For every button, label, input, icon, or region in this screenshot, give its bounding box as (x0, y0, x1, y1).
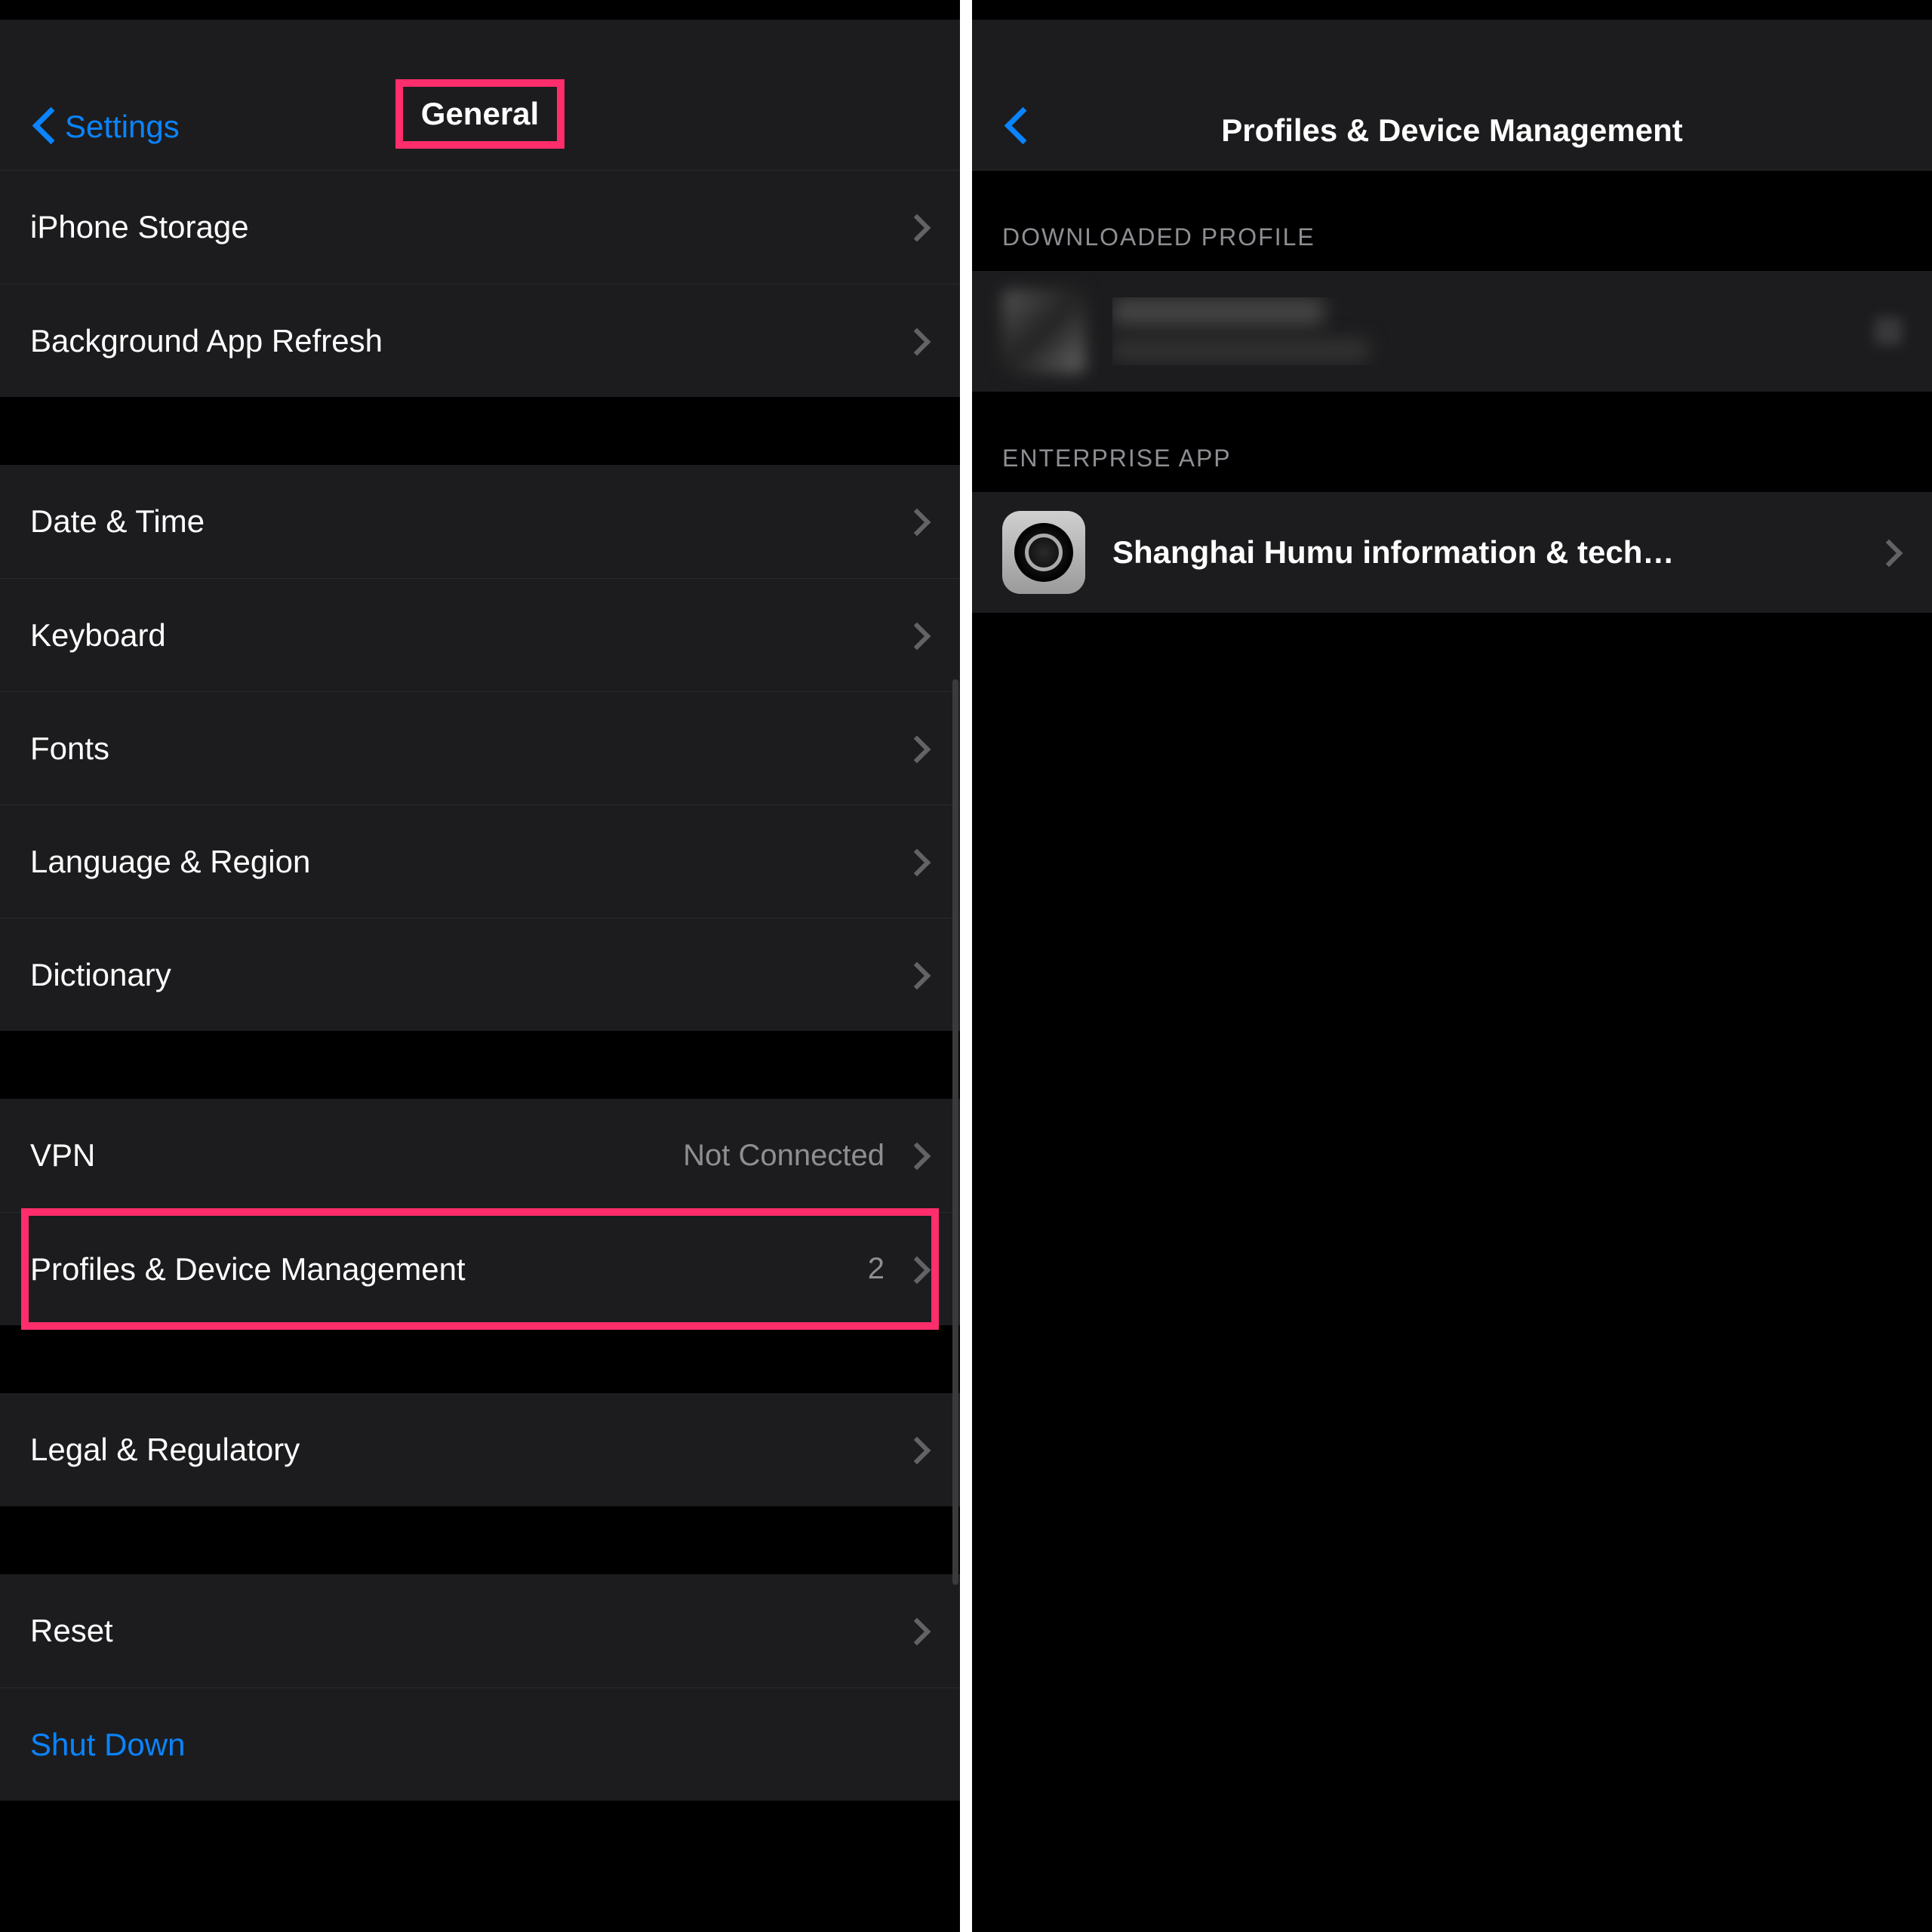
status-bar (972, 0, 1932, 20)
section-gap (0, 1506, 960, 1574)
reset-row[interactable]: Reset (0, 1574, 960, 1687)
nav-header: Settings General (0, 20, 960, 171)
left-screen: Settings General iPhone Storage Backgroun… (0, 0, 960, 1932)
dictionary-label: Dictionary (30, 957, 907, 993)
enterprise-app-label: Shanghai Humu information & tech… (1112, 534, 1879, 571)
profile-subtitle-redacted (1112, 339, 1369, 361)
shut-down-row[interactable]: Shut Down (0, 1687, 960, 1801)
profile-text (1112, 297, 1875, 365)
chevron-right-icon (907, 506, 930, 537)
section-gap (0, 1031, 960, 1099)
section-header-enterprise-app: ENTERPRISE APP (972, 392, 1932, 492)
chevron-right-icon (907, 1435, 930, 1465)
date-time-row[interactable]: Date & Time (0, 465, 960, 578)
chevron-right-icon (907, 1616, 930, 1646)
section-gap (0, 397, 960, 465)
profile-icon (1002, 290, 1085, 373)
chevron-right-icon (907, 620, 930, 651)
chevron-right-icon (907, 326, 930, 356)
enterprise-app-row[interactable]: Shanghai Humu information & tech… (972, 492, 1932, 613)
keyboard-label: Keyboard (30, 617, 907, 654)
vpn-label: VPN (30, 1137, 683, 1174)
legal-regulatory-row[interactable]: Legal & Regulatory (0, 1393, 960, 1506)
chevron-right-icon (907, 1140, 930, 1171)
profiles-device-management-row[interactable]: Profiles & Device Management2 (0, 1212, 960, 1325)
fonts-row[interactable]: Fonts (0, 691, 960, 804)
profile-title-redacted (1112, 297, 1324, 326)
nav-header: Profiles & Device Management (972, 20, 1932, 171)
profile-badge (1875, 318, 1902, 345)
date-time-label: Date & Time (30, 503, 907, 540)
language-region-label: Language & Region (30, 844, 907, 880)
language-region-row[interactable]: Language & Region (0, 804, 960, 918)
chevron-right-icon (907, 734, 930, 764)
scrollbar[interactable] (952, 679, 958, 1585)
status-bar (0, 0, 960, 20)
fonts-label: Fonts (30, 731, 907, 767)
background-app-refresh-label: Background App Refresh (30, 323, 907, 359)
chevron-right-icon (907, 847, 930, 877)
section-header-downloaded-profile: DOWNLOADED PROFILE (972, 171, 1932, 271)
settings-gear-icon (1002, 511, 1085, 594)
background-app-refresh-row[interactable]: Background App Refresh (0, 284, 960, 397)
settings-list: iPhone Storage Background App Refresh Date… (0, 171, 960, 1801)
reset-label: Reset (30, 1613, 907, 1649)
page-title: Profiles & Device Management (972, 112, 1932, 149)
page-title-wrap: General (0, 79, 960, 149)
chevron-right-icon (907, 1254, 930, 1284)
iphone-storage-label: iPhone Storage (30, 209, 907, 245)
chevron-right-icon (1879, 537, 1902, 568)
page-title: General (395, 79, 565, 149)
shut-down-label: Shut Down (30, 1727, 930, 1763)
section-gap (0, 1325, 960, 1393)
chevron-right-icon (907, 960, 930, 990)
iphone-storage-row[interactable]: iPhone Storage (0, 171, 960, 284)
legal-regulatory-label: Legal & Regulatory (30, 1432, 907, 1468)
right-screen: Profiles & Device Management DOWNLOADED … (972, 0, 1932, 1932)
chevron-right-icon (907, 212, 930, 242)
keyboard-row[interactable]: Keyboard (0, 578, 960, 691)
profiles-device-management-label: Profiles & Device Management (30, 1251, 868, 1287)
downloaded-profile-row[interactable] (972, 271, 1932, 392)
dictionary-row[interactable]: Dictionary (0, 918, 960, 1031)
vpn-value: Not Connected (683, 1139, 884, 1173)
profiles-device-management-value: 2 (868, 1252, 884, 1286)
vpn-row[interactable]: VPNNot Connected (0, 1099, 960, 1212)
